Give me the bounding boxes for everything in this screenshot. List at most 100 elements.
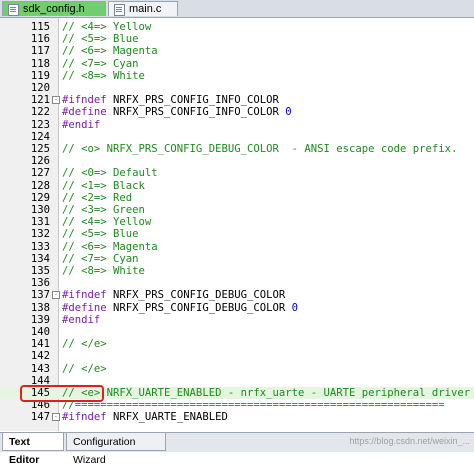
line-number: 123 [30, 118, 50, 131]
line-number: 134 [30, 252, 50, 265]
line-number: 147 [30, 411, 50, 424]
line-number: 138 [30, 301, 50, 314]
code-text: #endif [62, 118, 101, 131]
code-line[interactable]: 135 // <8=> White [0, 265, 474, 277]
code-line[interactable]: 129 // <2=> Red [0, 192, 474, 204]
code-editor[interactable]: 115 // <4=> Yellow 116 // <5=> Blue 117 // <6… [0, 18, 474, 431]
file-icon [114, 4, 125, 16]
watermark: https://blog.csdn.net/weixin_... [349, 436, 470, 446]
line-number: 139 [30, 313, 50, 326]
tab-label: sdk_config.h [23, 3, 85, 15]
line-number: 120 [30, 82, 50, 94]
line-number: 140 [30, 326, 50, 338]
code-line[interactable]: 124 [0, 131, 474, 143]
line-number: 136 [30, 277, 50, 290]
code-line[interactable]: 133 // <6=> Magenta [0, 241, 474, 253]
line-number: 126 [30, 155, 50, 168]
line-number: 132 [30, 228, 50, 241]
code-text: // <0=> Default [62, 167, 158, 180]
editor-view-tabs: Text Editor Configuration Wizard https:/… [0, 432, 474, 466]
code-line[interactable]: 123 #endif [0, 119, 474, 131]
file-tab-bar: sdk_config.h main.c [0, 0, 474, 18]
code-text: // <8=> White [62, 265, 145, 277]
code-text: //======================================… [62, 399, 445, 412]
code-text: // <5=> Blue [62, 33, 139, 46]
code-line[interactable]: 126 [0, 155, 474, 167]
code-text: // <7=> Cyan [62, 252, 139, 265]
code-line[interactable]: 121- #ifndef NRFX_PRS_CONFIG_INFO_COLOR [0, 94, 474, 106]
tab-configuration-wizard[interactable]: Configuration Wizard [66, 433, 166, 466]
line-number: 135 [30, 265, 50, 277]
code-line[interactable]: 140 [0, 326, 474, 338]
code-text: // </e> [62, 338, 107, 351]
fold-toggle-icon[interactable]: - [52, 413, 60, 422]
code-text: // <e> NRFX_UARTE_ENABLED - nrfx_uarte -… [62, 387, 471, 399]
code-line[interactable]: 136 [0, 277, 474, 289]
line-number: 121 [30, 94, 50, 107]
code-text: // <1=> Black [62, 179, 145, 192]
code-text: #define NRFX_PRS_CONFIG_DEBUG_COLOR 0 [62, 301, 299, 314]
line-number: 115 [30, 21, 50, 33]
line-number: 143 [30, 362, 50, 375]
line-number: 117 [30, 45, 50, 58]
code-line[interactable]: 125 // <o> NRFX_PRS_CONFIG_DEBUG_COLOR - … [0, 143, 474, 155]
code-text: // <5=> Blue [62, 228, 139, 241]
line-number: 124 [30, 130, 50, 143]
code-line[interactable]: 143 // </e> [0, 363, 474, 375]
code-line[interactable]: 142 [0, 350, 474, 362]
code-text: // <6=> Magenta [62, 240, 158, 253]
line-number: 127 [30, 167, 50, 180]
code-line[interactable]: 132 // <5=> Blue [0, 228, 474, 240]
code-line[interactable]: 122 #define NRFX_PRS_CONFIG_INFO_COLOR 0 [0, 106, 474, 118]
code-line[interactable]: 141 // </e> [0, 338, 474, 350]
line-number: 119 [30, 69, 50, 82]
line-number: 141 [30, 338, 50, 351]
fold-toggle-icon[interactable]: - [52, 291, 60, 300]
tab-main-c[interactable]: main.c [108, 1, 178, 16]
code-text: #ifndef NRFX_PRS_CONFIG_DEBUG_COLOR [62, 289, 286, 302]
line-number: 116 [30, 33, 50, 46]
code-line[interactable]: 134 // <7=> Cyan [0, 253, 474, 265]
code-text: // <7=> Cyan [62, 57, 139, 70]
tab-text-editor[interactable]: Text Editor [2, 433, 64, 466]
code-line[interactable]: 127 // <0=> Default [0, 167, 474, 179]
code-text: // <o> NRFX_PRS_CONFIG_DEBUG_COLOR - ANS… [62, 143, 458, 155]
line-number: 129 [30, 191, 50, 204]
fold-toggle-icon[interactable]: - [52, 96, 60, 105]
line-number: 131 [30, 216, 50, 229]
code-text: #define NRFX_PRS_CONFIG_INFO_COLOR 0 [62, 106, 292, 119]
code-line[interactable]: 137- #ifndef NRFX_PRS_CONFIG_DEBUG_COLOR [0, 289, 474, 301]
line-number: 130 [30, 204, 50, 216]
tab-sdk-config[interactable]: sdk_config.h [2, 1, 106, 16]
code-text: #ifndef NRFX_UARTE_ENABLED [62, 411, 228, 424]
line-number: 118 [30, 57, 50, 70]
code-line[interactable]: 115 // <4=> Yellow [0, 21, 474, 33]
line-number: 128 [30, 179, 50, 192]
code-line[interactable]: 116 // <5=> Blue [0, 33, 474, 45]
line-number: 142 [30, 350, 50, 363]
line-number: 133 [30, 240, 50, 253]
code-line[interactable]: 119 // <8=> White [0, 70, 474, 82]
code-line[interactable]: 147- #ifndef NRFX_UARTE_ENABLED [0, 411, 474, 423]
code-text: #ifndef NRFX_PRS_CONFIG_INFO_COLOR [62, 94, 279, 107]
code-line[interactable]: 120 [0, 82, 474, 94]
code-line[interactable]: 131 // <4=> Yellow [0, 216, 474, 228]
code-line[interactable]: 138 #define NRFX_PRS_CONFIG_DEBUG_COLOR 0 [0, 302, 474, 314]
code-text: // <4=> Yellow [62, 21, 152, 33]
code-text: // <3=> Green [62, 204, 145, 216]
line-number: 137 [30, 289, 50, 302]
code-text: // <4=> Yellow [62, 216, 152, 229]
highlight-marker [20, 385, 104, 403]
code-line[interactable]: 139 #endif [0, 314, 474, 326]
code-text: // <6=> Magenta [62, 45, 158, 58]
code-text: // <8=> White [62, 69, 145, 82]
code-line[interactable]: 118 // <7=> Cyan [0, 58, 474, 70]
line-number: 122 [30, 106, 50, 119]
code-line[interactable]: 128 // <1=> Black [0, 180, 474, 192]
code-line[interactable]: 117 // <6=> Magenta [0, 45, 474, 57]
code-text: #endif [62, 313, 101, 326]
tab-label: main.c [129, 3, 162, 15]
code-text: // <2=> Red [62, 191, 133, 204]
code-line[interactable]: 130 // <3=> Green [0, 204, 474, 216]
line-number: 125 [30, 143, 50, 155]
